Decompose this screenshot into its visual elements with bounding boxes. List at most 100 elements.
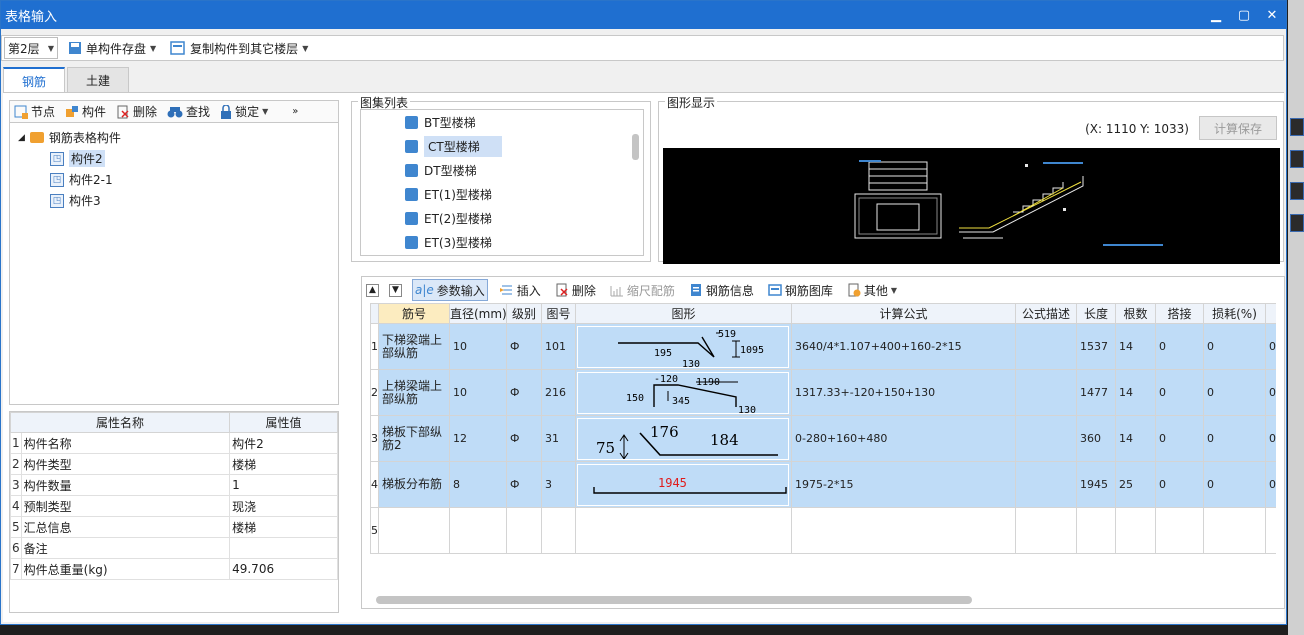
atlas-scrollbar[interactable] [632, 134, 639, 160]
col-header-loss[interactable]: 损耗(%) [1203, 303, 1266, 324]
property-value[interactable]: 49.706 [229, 558, 338, 580]
col-header-count[interactable]: 根数 [1115, 303, 1156, 324]
find-button[interactable]: 查找 [167, 101, 210, 123]
add-node-button[interactable]: 节点 [14, 101, 55, 123]
cell-loss[interactable]: 0 [1203, 369, 1266, 416]
cell-grade[interactable]: Ф [506, 415, 542, 462]
col-header-formula-desc[interactable]: 公式描述 [1015, 303, 1077, 324]
cell-length[interactable]: 1477 [1076, 369, 1116, 416]
cell-grade[interactable]: Ф [506, 461, 542, 508]
cell-lap[interactable]: 0 [1155, 369, 1204, 416]
cell-shape[interactable]: 519 195 130 1095 [575, 323, 792, 370]
cell-formula-desc[interactable] [1015, 323, 1077, 370]
property-value[interactable]: 1 [229, 474, 338, 496]
cell-bar-name[interactable]: 下梯梁端上部纵筋 [378, 323, 450, 370]
cell-shape[interactable]: 75 176 184 [575, 415, 792, 462]
cell-loss[interactable]: 0 [1203, 323, 1266, 370]
cell-count[interactable]: 14 [1115, 415, 1156, 462]
param-input-button[interactable]: a|e 参数输入 [412, 279, 488, 301]
cell-unit[interactable]: 0.7 [1265, 461, 1276, 508]
empty-cell[interactable] [1115, 507, 1156, 554]
drawing-canvas[interactable] [663, 148, 1280, 264]
tree-item[interactable]: ◳ 构件2 [10, 148, 338, 169]
empty-cell[interactable] [1076, 507, 1116, 554]
col-header-unit[interactable]: 单 [1265, 303, 1276, 324]
rebar-library-button[interactable]: 钢筋图库 [766, 279, 835, 301]
floor-select[interactable]: 第2层 ▼ [4, 37, 58, 59]
col-header-shape[interactable]: 图形 [575, 303, 792, 324]
cell-count[interactable]: 14 [1115, 323, 1156, 370]
atlas-item[interactable]: DT型楼梯 [361, 158, 643, 182]
cell-formula-desc[interactable] [1015, 369, 1077, 416]
empty-cell[interactable] [1155, 507, 1204, 554]
table-row[interactable]: 5 [370, 507, 1276, 554]
empty-cell[interactable] [575, 507, 792, 554]
save-component-button[interactable]: 单构件存盘 ▼ [64, 37, 160, 59]
tab-civil[interactable]: 土建 [67, 67, 129, 93]
scale-rebar-button[interactable]: 缩尺配筋 [608, 279, 677, 301]
empty-cell[interactable] [541, 507, 576, 554]
table-row[interactable]: 2 上梯梁端上部纵筋 10 Ф 216 -120 1190 150 345 130 1317.33… [370, 369, 1276, 416]
col-header-figure-no[interactable]: 图号 [541, 303, 576, 324]
atlas-item[interactable]: CT型楼梯 [361, 134, 643, 158]
col-header-length[interactable]: 长度 [1076, 303, 1116, 324]
cell-figure-no[interactable]: 3 [541, 461, 576, 508]
tree-item[interactable]: ◳ 构件3 [10, 190, 338, 211]
cell-length[interactable]: 360 [1076, 415, 1116, 462]
tree-root[interactable]: ◢ 钢筋表格构件 [10, 127, 338, 148]
atlas-item[interactable]: BT型楼梯 [361, 110, 643, 134]
cell-diameter[interactable]: 8 [449, 461, 507, 508]
table-row[interactable]: 1 下梯梁端上部纵筋 10 Ф 101 519 195 130 1095 3640/4*1.10… [370, 323, 1276, 370]
atlas-item[interactable]: ET(2)型楼梯 [361, 206, 643, 230]
cell-figure-no[interactable]: 101 [541, 323, 576, 370]
cell-formula-desc[interactable] [1015, 461, 1077, 508]
cell-formula[interactable]: 0-280+160+480 [791, 415, 1016, 462]
empty-cell[interactable] [1203, 507, 1266, 554]
property-row[interactable]: 2 构件类型 楼梯 [10, 453, 338, 475]
col-header-diameter[interactable]: 直径(mm) [449, 303, 507, 324]
property-value[interactable]: 构件2 [229, 432, 338, 454]
cell-bar-name[interactable]: 上梯梁端上部纵筋 [378, 369, 450, 416]
cell-grade[interactable]: Ф [506, 369, 542, 416]
empty-cell[interactable] [1265, 507, 1276, 554]
property-value[interactable]: 现浇 [229, 495, 338, 517]
delete-component-button[interactable]: 删除 [116, 101, 157, 123]
cell-unit[interactable]: 0.9 [1265, 323, 1276, 370]
cell-lap[interactable]: 0 [1155, 415, 1204, 462]
col-header-lap[interactable]: 搭接 [1155, 303, 1204, 324]
cell-lap[interactable]: 0 [1155, 461, 1204, 508]
minimize-button[interactable]: ▁ [1202, 8, 1230, 23]
maximize-button[interactable]: ▢ [1230, 8, 1258, 23]
col-header-formula[interactable]: 计算公式 [791, 303, 1016, 324]
cell-bar-name[interactable]: 梯板分布筋 [378, 461, 450, 508]
close-button[interactable]: ✕ [1258, 8, 1286, 23]
empty-cell[interactable] [791, 507, 1016, 554]
rebar-info-button[interactable]: 钢筋信息 [687, 279, 756, 301]
col-header-bar-no[interactable]: 筋号 [378, 303, 450, 324]
tree-item[interactable]: ◳ 构件2-1 [10, 169, 338, 190]
property-value[interactable]: 楼梯 [229, 453, 338, 475]
cell-length[interactable]: 1945 [1076, 461, 1116, 508]
cell-lap[interactable]: 0 [1155, 323, 1204, 370]
cell-loss[interactable]: 0 [1203, 461, 1266, 508]
table-row[interactable]: 4梯板分布筋8Ф3 19451975-2*15194525000.7 [370, 461, 1276, 508]
cell-count[interactable]: 14 [1115, 369, 1156, 416]
cell-unit[interactable]: 0.3 [1265, 415, 1276, 462]
toolbar-overflow-button[interactable]: » [292, 106, 298, 117]
empty-cell[interactable] [378, 507, 450, 554]
property-row[interactable]: 6 备注 [10, 537, 338, 559]
property-row[interactable]: 1 构件名称 构件2 [10, 432, 338, 454]
tab-rebar[interactable]: 钢筋 [3, 67, 65, 93]
cell-loss[interactable]: 0 [1203, 415, 1266, 462]
copy-to-floor-button[interactable]: 复制构件到其它楼层 ▼ [166, 37, 312, 59]
table-row[interactable]: 3 梯板下部纵筋2 12 Ф 31 75 176 184 0-280+160+480 360 14… [370, 415, 1276, 462]
atlas-item[interactable]: ET(1)型楼梯 [361, 182, 643, 206]
cell-shape[interactable]: 1945 [575, 461, 792, 508]
cell-diameter[interactable]: 10 [449, 323, 507, 370]
delete-row-button[interactable]: 删除 [553, 279, 598, 301]
expand-arrow-icon[interactable]: ◢ [18, 133, 25, 143]
atlas-item[interactable]: ET(3)型楼梯 [361, 230, 643, 254]
cell-diameter[interactable]: 12 [449, 415, 507, 462]
cell-formula[interactable]: 1975-2*15 [791, 461, 1016, 508]
cell-bar-name[interactable]: 梯板下部纵筋2 [378, 415, 450, 462]
